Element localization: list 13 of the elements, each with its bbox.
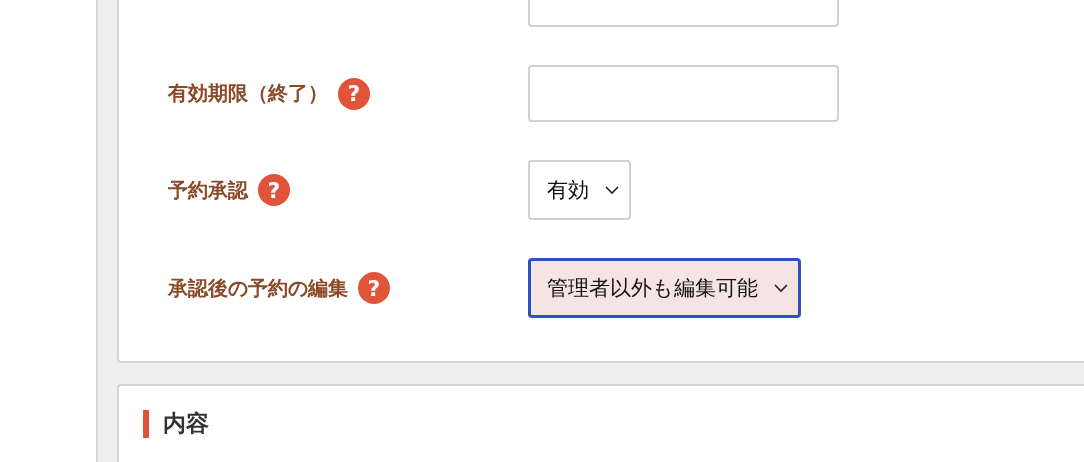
help-icon[interactable]: ? [358, 272, 390, 304]
heading-accent-bar [143, 409, 149, 438]
help-icon[interactable]: ? [338, 77, 370, 110]
chevron-down-icon [774, 283, 788, 293]
field-label: 有効期限（終了） [168, 80, 328, 107]
chevron-down-icon [605, 185, 619, 195]
input-field[interactable] [528, 65, 839, 122]
section-heading: 内容 [163, 409, 209, 438]
field-label: 予約承認 [168, 176, 248, 204]
dropdown[interactable]: 有効 [528, 160, 631, 220]
dropdown[interactable]: 管理者以外も編集可能 [528, 258, 801, 318]
field-label: 承認後の予約の編集 [168, 274, 348, 302]
help-icon[interactable]: ? [258, 174, 290, 206]
